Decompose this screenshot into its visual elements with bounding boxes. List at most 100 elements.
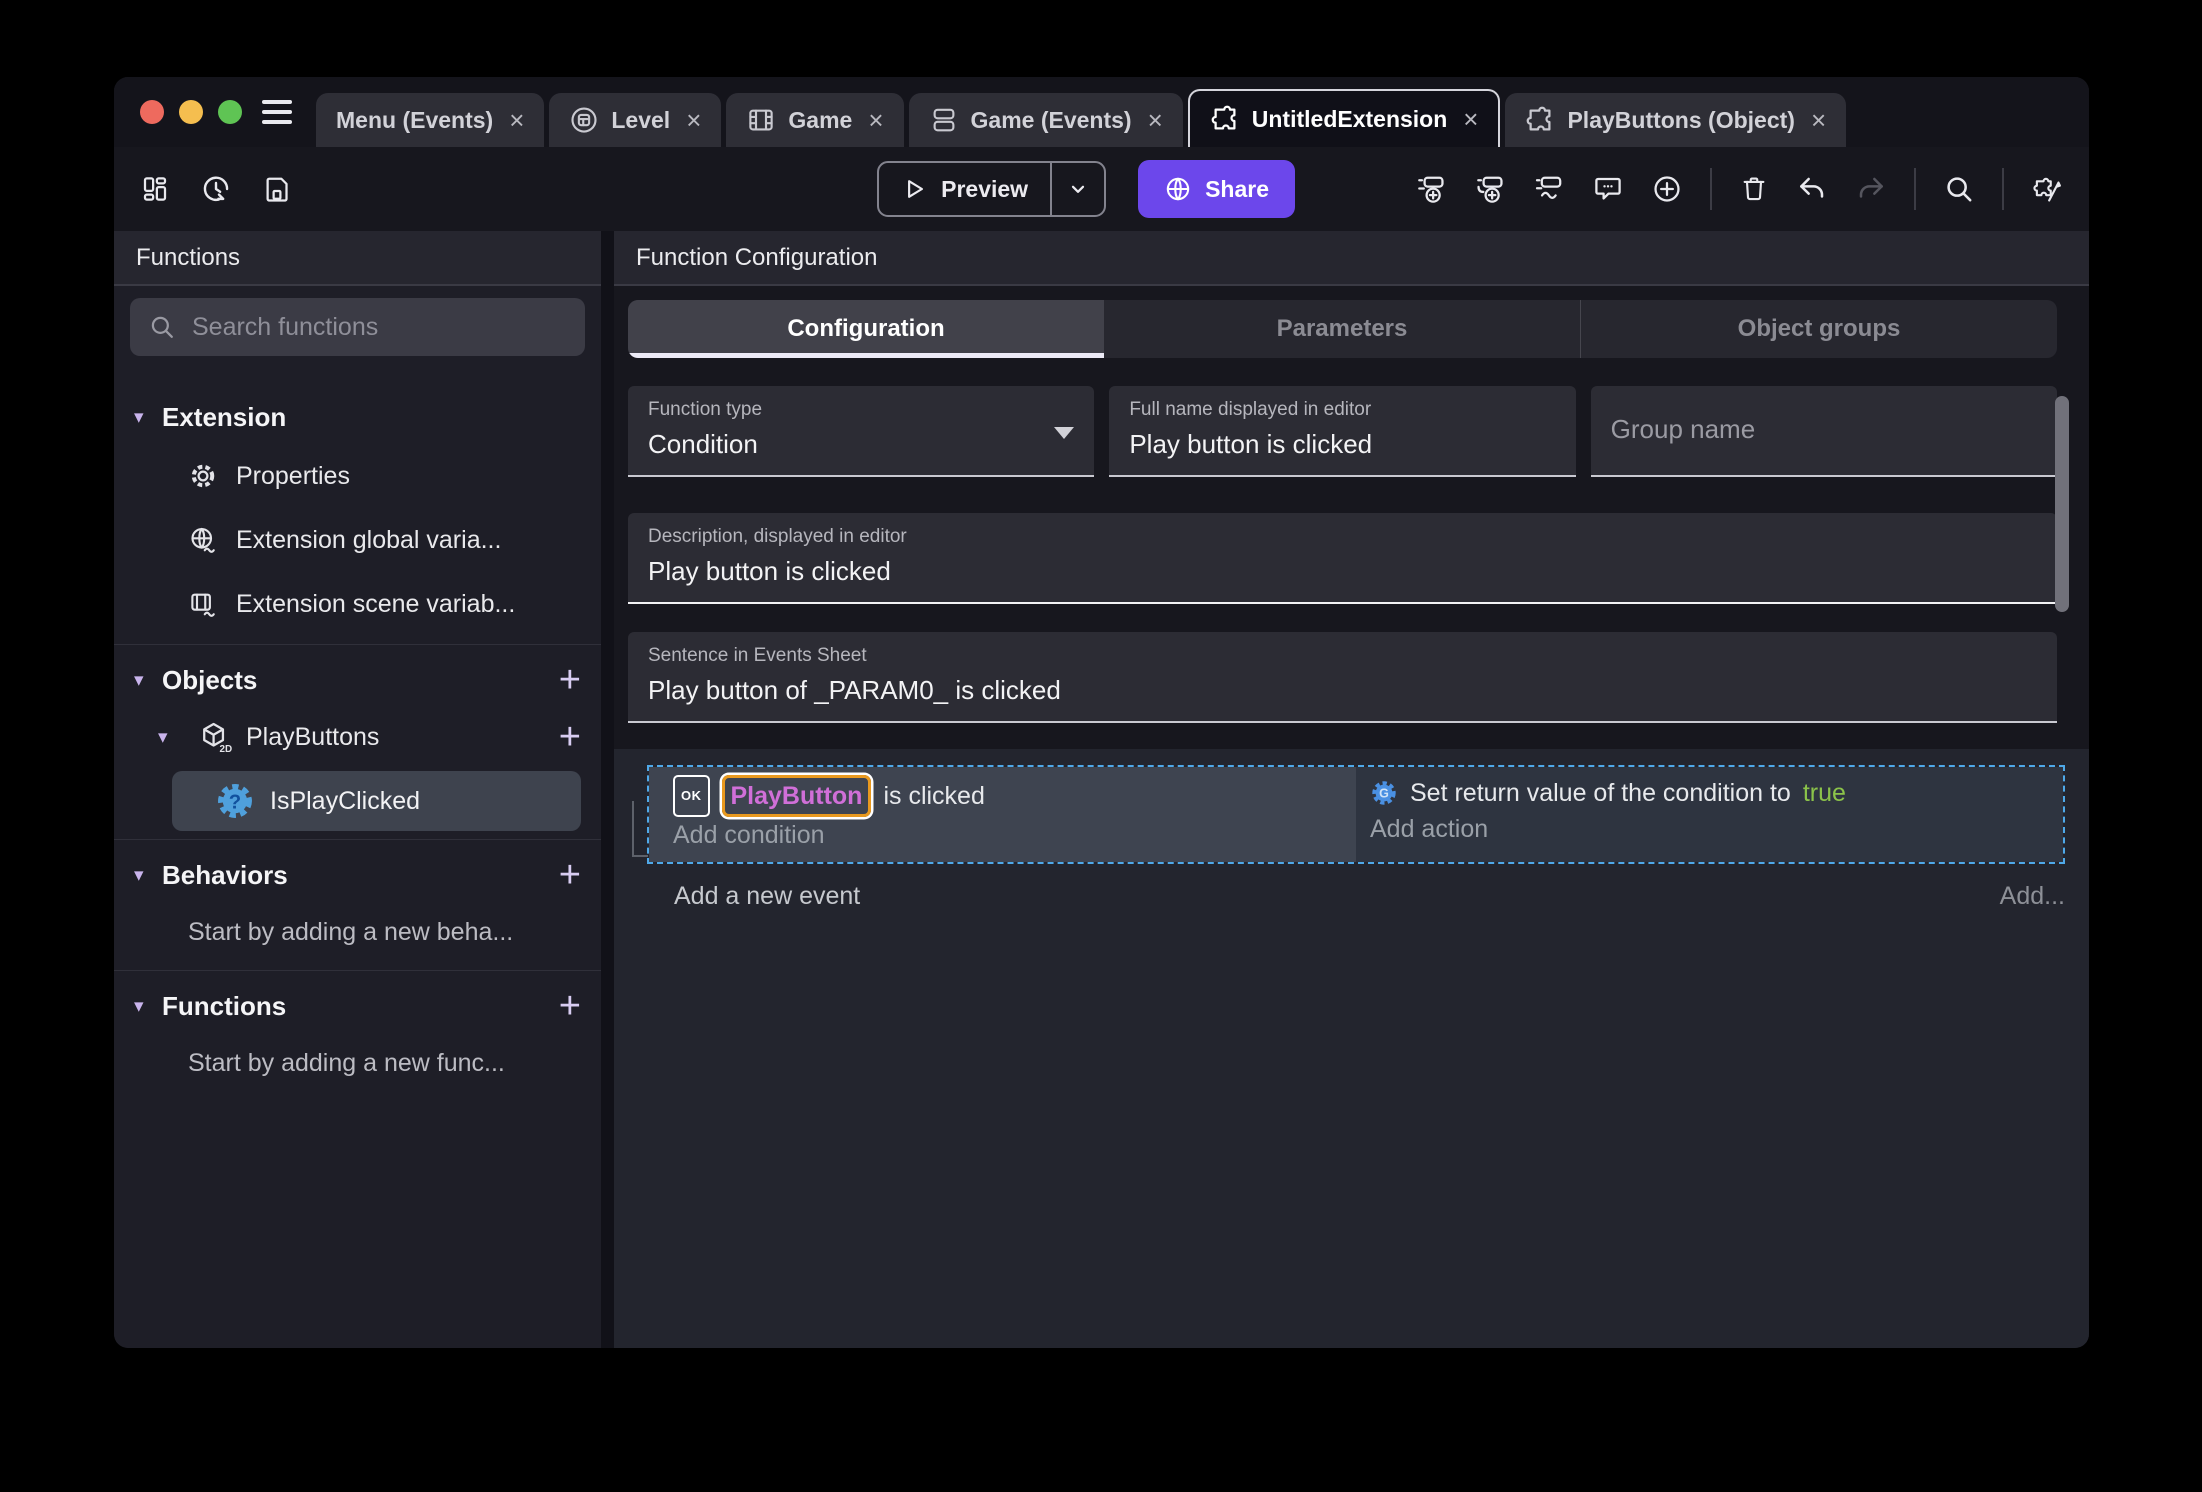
function-label: IsPlayClicked: [270, 786, 421, 815]
tab-configuration[interactable]: Configuration: [628, 300, 1104, 358]
tab-game-events[interactable]: Game (Events) ×: [908, 93, 1183, 147]
divider: [114, 970, 601, 971]
close-icon[interactable]: ×: [868, 105, 883, 136]
add-subevent-icon[interactable]: [1474, 173, 1506, 205]
close-icon[interactable]: ×: [509, 105, 524, 136]
sidebar-item-extension-global-variables[interactable]: Extension global varia...: [114, 508, 601, 572]
preview-button[interactable]: Preview: [877, 161, 1107, 217]
projects-panel-icon[interactable]: [140, 174, 170, 204]
group-name-field[interactable]: [1590, 386, 2057, 477]
field-label: Sentence in Events Sheet: [648, 645, 867, 666]
events-sheet: OK PlayButton is clicked Add condition G…: [614, 749, 2089, 1348]
tab-object-groups[interactable]: Object groups: [1580, 300, 2057, 358]
divider: [1914, 168, 1916, 210]
section-label: Functions: [162, 990, 287, 1021]
section-label: Objects: [162, 664, 258, 695]
svg-text:G: G: [1379, 787, 1389, 801]
maximize-window-button[interactable]: [218, 100, 242, 124]
save-icon[interactable]: [262, 174, 292, 204]
tab-label: Menu (Events): [336, 106, 494, 133]
section-label: Behaviors: [162, 859, 288, 890]
condition-function-icon: ?: [216, 782, 254, 820]
share-button[interactable]: Share: [1138, 160, 1295, 218]
functions-sidebar: Functions ▾ Extension: [114, 231, 601, 1348]
condition-text: is clicked: [883, 782, 985, 810]
action-row[interactable]: G Set return value of the condition to t…: [1370, 775, 2045, 811]
add-object-function-icon[interactable]: +: [559, 718, 581, 756]
chevron-down-icon: [1066, 177, 1090, 201]
chevron-down-icon: ▾: [134, 669, 144, 691]
minimize-window-button[interactable]: [179, 100, 203, 124]
tab-untitled-extension[interactable]: UntitledExtension ×: [1187, 89, 1501, 147]
editor-tabbar: Menu (Events) × Level × Game × Game (Eve…: [114, 77, 2089, 147]
add-circle-icon[interactable]: [1651, 173, 1683, 205]
sidebar-section-extension[interactable]: ▾ Extension: [114, 390, 601, 444]
redo-icon[interactable]: [1855, 173, 1887, 205]
sidebar-item-isplayclicked[interactable]: ? IsPlayClicked: [172, 771, 581, 831]
sidebar-item-extension-scene-variables[interactable]: Extension scene variab...: [114, 572, 601, 636]
section-label: Extension: [162, 401, 287, 432]
add-other-event-icon[interactable]: [1533, 173, 1565, 205]
divider: [1710, 168, 1712, 210]
sentence-field[interactable]: Sentence in Events Sheet: [628, 632, 2057, 723]
object-chip[interactable]: PlayButton: [721, 775, 872, 817]
add-more-button[interactable]: Add...: [2000, 882, 2065, 911]
preview-dropdown-button[interactable]: [1052, 177, 1104, 201]
function-type-select[interactable]: Function type Condition: [628, 386, 1095, 477]
add-condition-button[interactable]: Add condition: [673, 821, 1346, 850]
desktop: Menu (Events) × Level × Game × Game (Eve…: [0, 0, 2202, 1492]
add-event-icon[interactable]: [1415, 173, 1447, 205]
svg-text:?: ?: [229, 791, 241, 813]
add-behavior-icon[interactable]: +: [559, 856, 581, 894]
sidebar-item-playbuttons[interactable]: ▾ 2D PlayButtons +: [114, 707, 601, 767]
main-menu-icon[interactable]: [262, 100, 292, 124]
add-function-icon[interactable]: +: [559, 987, 581, 1025]
object-2d-badge: 2D: [220, 744, 232, 754]
delete-icon[interactable]: [1739, 174, 1769, 204]
search-functions-box[interactable]: [130, 298, 585, 356]
condition-row[interactable]: OK PlayButton is clicked: [673, 775, 1346, 817]
tab-label: Parameters: [1276, 315, 1408, 342]
sidebar-title: Functions: [136, 243, 241, 271]
scene-variables-icon: [188, 589, 218, 619]
group-name-input[interactable]: [1610, 414, 2037, 445]
tab-level[interactable]: Level ×: [549, 93, 722, 147]
tab-game[interactable]: Game ×: [726, 93, 904, 147]
search-icon: [148, 313, 176, 341]
search-functions-input[interactable]: [192, 312, 567, 342]
tab-playbuttons-object[interactable]: PlayButtons (Object) ×: [1505, 93, 1847, 147]
description-input[interactable]: [648, 556, 2037, 587]
full-name-input[interactable]: [1129, 429, 1556, 460]
sidebar-item-properties[interactable]: Properties: [114, 444, 601, 508]
main-header: Function Configuration: [614, 231, 2089, 286]
close-icon[interactable]: ×: [1463, 104, 1478, 135]
add-object-icon[interactable]: +: [559, 661, 581, 699]
edit-extension-icon[interactable]: [2031, 173, 2063, 205]
history-icon[interactable]: [200, 173, 232, 205]
tab-menu-events[interactable]: Menu (Events) ×: [316, 93, 545, 147]
item-label: Extension scene variab...: [236, 589, 516, 618]
sidebar-section-objects[interactable]: ▾ Objects +: [114, 653, 601, 707]
event-block[interactable]: OK PlayButton is clicked Add condition G…: [647, 765, 2065, 864]
description-field[interactable]: Description, displayed in editor: [628, 513, 2057, 604]
add-new-event-button[interactable]: Add a new event: [674, 882, 860, 911]
divider: [2002, 168, 2004, 210]
undo-icon[interactable]: [1796, 173, 1828, 205]
film-icon: [746, 105, 776, 135]
sentence-input[interactable]: [648, 675, 2037, 706]
sidebar-section-functions[interactable]: ▾ Functions +: [114, 979, 601, 1033]
add-comment-icon[interactable]: [1592, 173, 1624, 205]
chevron-down-icon: ▾: [134, 995, 144, 1017]
close-window-button[interactable]: [140, 100, 164, 124]
scrollbar[interactable]: [2055, 396, 2069, 612]
preview-run[interactable]: Preview: [879, 176, 1050, 203]
full-name-field[interactable]: Full name displayed in editor: [1109, 386, 1576, 477]
tab-parameters[interactable]: Parameters: [1104, 300, 1580, 358]
close-icon[interactable]: ×: [686, 105, 701, 136]
close-icon[interactable]: ×: [1148, 105, 1163, 136]
dropdown-caret-icon: [1054, 426, 1075, 439]
sidebar-section-behaviors[interactable]: ▾ Behaviors +: [114, 848, 601, 902]
add-action-button[interactable]: Add action: [1370, 815, 2045, 844]
search-icon[interactable]: [1943, 173, 1975, 205]
close-icon[interactable]: ×: [1811, 105, 1826, 136]
